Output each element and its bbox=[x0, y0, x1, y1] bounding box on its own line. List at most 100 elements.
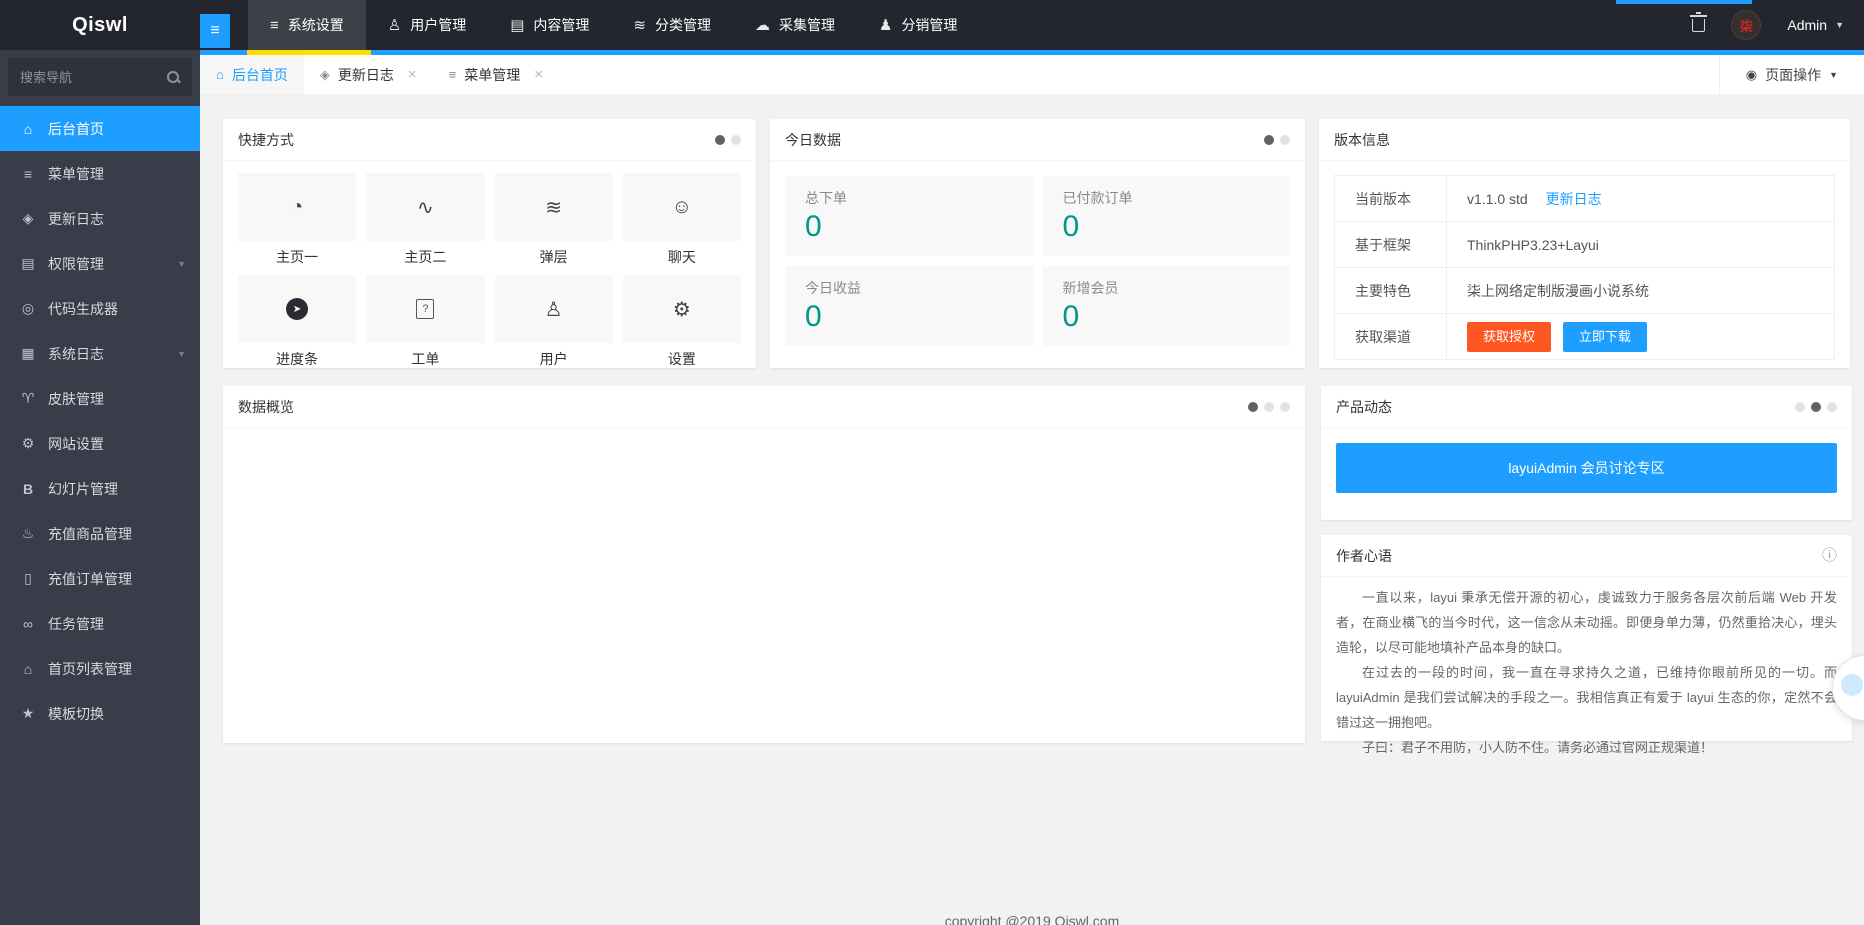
link-icon: ∞ bbox=[20, 616, 36, 632]
ticket-icon: ? bbox=[416, 299, 434, 319]
tab-bar: ⌂ 后台首页 ◈ 更新日志 × ≡ 菜单管理 × ◉ 页面操作 ▼ bbox=[200, 55, 1864, 95]
sidebar-item-site-settings[interactable]: ⚙ 网站设置 bbox=[0, 421, 200, 466]
sidebar-item-code-generator[interactable]: ◎ 代码生成器 bbox=[0, 286, 200, 331]
quick-item-home-one[interactable]: ◔ 主页一 bbox=[238, 173, 356, 267]
topnav-item-system-settings[interactable]: ≡ 系统设置 bbox=[248, 0, 366, 50]
menu-icon: ≡ bbox=[20, 166, 36, 182]
document-icon: ▤ bbox=[510, 16, 524, 34]
sidebar-item-dashboard[interactable]: ⌂ 后台首页 bbox=[0, 106, 200, 151]
slides-icon: B bbox=[20, 481, 36, 497]
product-news-title: 产品动态 bbox=[1336, 399, 1392, 415]
main-content: 快捷方式 ◔ 主页一 ∿ 主页二 ≋ 弹层 bbox=[200, 95, 1864, 925]
table-row: 当前版本 v1.1.0 std 更新日志 bbox=[1335, 176, 1835, 222]
download-now-button[interactable]: 立即下载 bbox=[1563, 322, 1647, 352]
sidebar-item-label: 网站设置 bbox=[48, 434, 104, 454]
carousel-dot[interactable] bbox=[1280, 402, 1290, 412]
sidebar-item-label: 系统日志 bbox=[48, 344, 104, 364]
card-author-words: 作者心语 ⓘ 一直以来，layui 秉承无偿开源的初心，虔诚致力于服务各层次前后… bbox=[1321, 535, 1852, 741]
app-logo: Qiswl bbox=[0, 0, 200, 50]
sidebar-item-label: 权限管理 bbox=[48, 254, 104, 274]
sidebar-item-slideshow-management[interactable]: B 幻灯片管理 bbox=[0, 466, 200, 511]
close-icon[interactable]: × bbox=[534, 66, 543, 83]
chevron-down-icon: ▼ bbox=[177, 259, 186, 269]
user-menu[interactable]: Admin ▼ bbox=[1787, 17, 1844, 33]
card-product-news: 产品动态 layuiAdmin 会员讨论专区 bbox=[1321, 386, 1852, 520]
generator-icon: ◎ bbox=[20, 300, 36, 317]
sidebar-item-label: 更新日志 bbox=[48, 209, 104, 229]
tab-update-log[interactable]: ◈ 更新日志 × bbox=[304, 55, 433, 94]
sidebar-item-homepage-list[interactable]: ⌂ 首页列表管理 bbox=[0, 646, 200, 691]
quick-item-home-two[interactable]: ∿ 主页二 bbox=[366, 173, 484, 267]
quick-item-ticket[interactable]: ? 工单 bbox=[366, 275, 484, 369]
stat-new-members: 新增会员 0 bbox=[1043, 266, 1291, 346]
carousel-dot[interactable] bbox=[1264, 135, 1274, 145]
sidebar-item-template-switch[interactable]: ★ 模板切换 bbox=[0, 691, 200, 736]
search-input[interactable] bbox=[20, 70, 166, 85]
pulse-icon: ∿ bbox=[417, 195, 434, 220]
version-table: 当前版本 v1.1.0 std 更新日志 基于框架 ThinkPHP3.23+L… bbox=[1334, 175, 1835, 360]
feature-value: 柒上网络定制版漫画小说系统 bbox=[1447, 268, 1835, 314]
tab-label: 后台首页 bbox=[232, 65, 288, 85]
quick-item-progress[interactable]: ➤ 进度条 bbox=[238, 275, 356, 369]
sidebar-item-recharge-goods[interactable]: ♨ 充值商品管理 bbox=[0, 511, 200, 556]
menu-icon: ≡ bbox=[270, 17, 279, 34]
tab-label: 菜单管理 bbox=[464, 65, 520, 85]
carousel-dot[interactable] bbox=[1827, 402, 1837, 412]
carousel-dot[interactable] bbox=[715, 135, 725, 145]
tab-dashboard[interactable]: ⌂ 后台首页 bbox=[200, 55, 304, 94]
active-nav-underline bbox=[247, 50, 371, 55]
quick-item-user[interactable]: ♙ 用户 bbox=[495, 275, 613, 369]
info-icon: ⓘ bbox=[1822, 535, 1837, 577]
sidebar-search bbox=[8, 58, 192, 96]
update-log-link[interactable]: 更新日志 bbox=[1546, 191, 1602, 207]
sidebar-item-task-management[interactable]: ∞ 任务管理 bbox=[0, 601, 200, 646]
carousel-dots[interactable] bbox=[1258, 135, 1290, 145]
get-authorization-button[interactable]: 获取授权 bbox=[1467, 322, 1551, 352]
page-actions-label: 页面操作 bbox=[1765, 65, 1821, 85]
trash-icon[interactable] bbox=[1692, 19, 1705, 32]
tab-menu-management[interactable]: ≡ 菜单管理 × bbox=[433, 55, 559, 94]
topnav-item-collect-management[interactable]: ☁ 采集管理 bbox=[733, 0, 857, 50]
quick-item-layer[interactable]: ≋ 弹层 bbox=[495, 173, 613, 267]
carousel-dot[interactable] bbox=[1280, 135, 1290, 145]
sidebar-item-recharge-orders[interactable]: ▯ 充值订单管理 bbox=[0, 556, 200, 601]
carousel-dot[interactable] bbox=[1264, 402, 1274, 412]
carousel-dots[interactable] bbox=[1789, 402, 1837, 412]
quick-item-settings[interactable]: ⚙ 设置 bbox=[623, 275, 741, 369]
carousel-dots[interactable] bbox=[709, 135, 741, 145]
topnav-label: 用户管理 bbox=[410, 15, 466, 35]
close-icon[interactable]: × bbox=[408, 66, 417, 83]
topnav-item-content-management[interactable]: ▤ 内容管理 bbox=[488, 0, 611, 50]
topnav-item-category-management[interactable]: ≋ 分类管理 bbox=[611, 0, 733, 50]
sidebar-item-menu-management[interactable]: ≡ 菜单管理 bbox=[0, 151, 200, 196]
page-actions-dropdown[interactable]: ◉ 页面操作 ▼ bbox=[1719, 55, 1864, 94]
stat-today-income: 今日收益 0 bbox=[785, 266, 1033, 346]
sidebar-item-update-log[interactable]: ◈ 更新日志 bbox=[0, 196, 200, 241]
circle-dot-icon: ◉ bbox=[1746, 67, 1757, 83]
carousel-dot[interactable] bbox=[1811, 402, 1821, 412]
carousel-dot[interactable] bbox=[731, 135, 741, 145]
note-icon: ▦ bbox=[20, 345, 36, 362]
avatar[interactable]: 柒 bbox=[1731, 10, 1761, 40]
tag-icon: ◈ bbox=[20, 210, 36, 227]
topnav-label: 分销管理 bbox=[901, 15, 957, 35]
version-value: v1.1.0 std bbox=[1467, 191, 1528, 207]
stat-paid-orders: 已付款订单 0 bbox=[1043, 176, 1291, 256]
carousel-dot[interactable] bbox=[1248, 402, 1258, 412]
sidebar-item-permission-management[interactable]: ▤ 权限管理 ▼ bbox=[0, 241, 200, 286]
username: Admin bbox=[1787, 17, 1827, 33]
collapse-sidebar-button[interactable]: ≡ bbox=[200, 14, 230, 48]
carousel-dots[interactable] bbox=[1242, 402, 1290, 412]
sidebar-item-skin-management[interactable]: ♈ 皮肤管理 bbox=[0, 376, 200, 421]
topnav-item-distribution-management[interactable]: ♟ 分销管理 bbox=[857, 0, 979, 50]
sidebar-item-system-log[interactable]: ▦ 系统日志 ▼ bbox=[0, 331, 200, 376]
topnav-item-user-management[interactable]: ♙ 用户管理 bbox=[366, 0, 488, 50]
fire-icon: ♨ bbox=[20, 525, 36, 542]
card-today-data: 今日数据 总下单 0 已付款订单 0 今日收益 0 bbox=[770, 119, 1305, 368]
quick-item-chat[interactable]: ☺ 聊天 bbox=[623, 173, 741, 267]
carousel-dot[interactable] bbox=[1795, 402, 1805, 412]
topnav-label: 分类管理 bbox=[655, 15, 711, 35]
member-forum-button[interactable]: layuiAdmin 会员讨论专区 bbox=[1336, 443, 1837, 493]
search-icon[interactable] bbox=[166, 70, 180, 84]
chat-icon: ☺ bbox=[672, 196, 692, 219]
